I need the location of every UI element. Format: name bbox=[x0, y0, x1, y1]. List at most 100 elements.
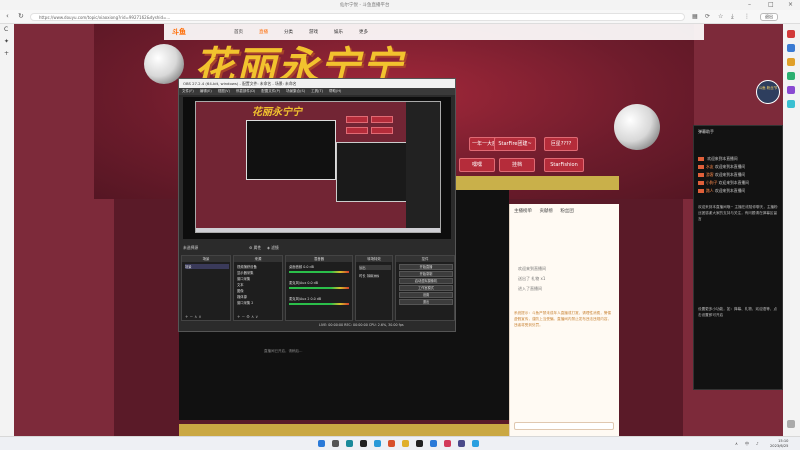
start-recording-button[interactable]: 开始录制 bbox=[399, 271, 453, 277]
browser-sidebar: C ✦ + bbox=[0, 24, 14, 436]
rail-app-icon[interactable] bbox=[787, 30, 795, 38]
mixer-channel-label: 麦克风/Aux 2 0.0 dB bbox=[289, 297, 322, 301]
nav-item-more[interactable]: 更多 bbox=[359, 29, 368, 35]
sidebar-add-icon[interactable]: + bbox=[4, 50, 9, 57]
banner-chip[interactable]: 挂档 bbox=[499, 158, 535, 172]
obs-preview[interactable]: 花丽永宁宁 bbox=[183, 97, 451, 239]
chat-input[interactable] bbox=[514, 422, 614, 430]
rail-app-icon[interactable] bbox=[787, 86, 795, 94]
avatar-label: 斗鱼 粉丝节 bbox=[758, 86, 778, 90]
obs-taskbar-icon[interactable] bbox=[416, 440, 423, 447]
source-item[interactable]: 显示器采集 bbox=[237, 270, 253, 275]
tab-title[interactable]: 仙尔宁悦 - 斗鱼直播平台 bbox=[340, 2, 389, 8]
banner-chip[interactable]: 巨星???? bbox=[544, 137, 578, 151]
extensions-icon[interactable]: ⋮ bbox=[744, 13, 750, 20]
grid-icon[interactable]: ▦ bbox=[692, 13, 698, 20]
streamer-avatar[interactable] bbox=[756, 80, 780, 104]
ime-indicator[interactable]: 中 bbox=[745, 441, 749, 447]
nav-item-live[interactable]: 直播 bbox=[259, 29, 268, 35]
start-streaming-button[interactable]: 开始直播 bbox=[399, 264, 453, 270]
taskbar-app-icon[interactable] bbox=[430, 440, 437, 447]
download-icon[interactable]: ⤓ bbox=[731, 13, 734, 21]
refresh-icon[interactable]: ↻ bbox=[18, 12, 24, 20]
badge-icon bbox=[698, 173, 704, 177]
sources-dock-toolbar[interactable]: + − ⚙ ∧ ∨ bbox=[237, 314, 258, 319]
source-item[interactable]: 窗口采集 2 bbox=[237, 300, 253, 305]
taskbar-app-icon[interactable] bbox=[374, 440, 381, 447]
danmu-line: 水友 欢迎来到本直播间 bbox=[698, 164, 745, 170]
tray-chevron-icon[interactable]: ∧ bbox=[735, 441, 738, 446]
preview-taskbar bbox=[196, 228, 440, 232]
banner-chip[interactable]: StarFire团建~ bbox=[494, 137, 536, 151]
tab-ranking[interactable]: 主播榜单 bbox=[514, 209, 532, 214]
search-icon[interactable] bbox=[332, 440, 339, 447]
volume-icon[interactable]: ♪ bbox=[756, 441, 759, 446]
rail-app-icon[interactable] bbox=[787, 44, 795, 52]
rail-app-icon[interactable] bbox=[787, 58, 795, 66]
danmu-line: 欢迎来到本直播间 bbox=[698, 156, 738, 162]
close-icon[interactable]: × bbox=[788, 1, 793, 8]
properties-button[interactable]: ⚙ 属性 bbox=[249, 245, 261, 251]
scenes-dock-toolbar[interactable]: + − ∧ ∨ bbox=[185, 314, 201, 319]
obs-menu-help[interactable]: 帮助(H) bbox=[329, 89, 341, 93]
obs-menu-scene-collection[interactable]: 场景集合(S) bbox=[286, 89, 305, 93]
tab-fans[interactable]: 粉丝团 bbox=[560, 209, 574, 214]
taskbar-app-icon[interactable] bbox=[402, 440, 409, 447]
mixer-channel-label: 桌面音频 0.0 dB bbox=[289, 265, 314, 269]
nav-item-games[interactable]: 游戏 bbox=[309, 29, 318, 35]
obs-menu-edit[interactable]: 编辑(E) bbox=[200, 89, 212, 93]
reload-icon[interactable]: ⟳ bbox=[705, 13, 710, 20]
source-item[interactable]: 图像 bbox=[237, 288, 244, 293]
taskbar-app-icon[interactable] bbox=[346, 440, 353, 447]
rail-app-icon[interactable] bbox=[787, 72, 795, 80]
rail-app-icon[interactable] bbox=[787, 100, 795, 108]
settings-button[interactable]: 设置 bbox=[399, 292, 453, 298]
taskbar-app-icon[interactable] bbox=[458, 440, 465, 447]
source-item[interactable]: 媒体源 bbox=[237, 294, 247, 299]
douyu-logo[interactable]: 斗鱼 bbox=[172, 27, 186, 37]
maximize-icon[interactable]: □ bbox=[768, 1, 774, 8]
transition-select[interactable]: 淡出 bbox=[359, 265, 391, 270]
sidebar-c-icon[interactable]: C bbox=[4, 26, 8, 33]
room-tabs: 主播榜单 贡献榜 粉丝团 bbox=[514, 208, 574, 214]
nav-item-home[interactable]: 首页 bbox=[234, 29, 243, 35]
banner-chip[interactable]: 嘿嘿 bbox=[459, 158, 495, 172]
nav-item-category[interactable]: 分类 bbox=[284, 29, 293, 35]
system-clock[interactable]: 15:10 2023/6/25 bbox=[770, 439, 788, 449]
sidebar-star-icon[interactable]: ✦ bbox=[4, 38, 9, 45]
filters-button[interactable]: ◈ 滤镜 bbox=[267, 245, 279, 251]
gift-bar[interactable] bbox=[179, 424, 509, 436]
studio-mode-button[interactable]: 工作室模式 bbox=[399, 285, 453, 291]
bookmark-icon[interactable]: ☆ bbox=[718, 13, 723, 20]
exit-button[interactable]: 退出 bbox=[760, 13, 778, 21]
virtual-camera-button[interactable]: 启动虚拟摄像机 bbox=[399, 278, 453, 284]
obs-menu-profile[interactable]: 配置文件(P) bbox=[261, 89, 280, 93]
tab-contribution[interactable]: 贡献榜 bbox=[539, 209, 553, 214]
obs-statusbar: LIVE: 00:00:00 REC: 00:00:00 CPU: 2.6%, … bbox=[319, 323, 404, 327]
start-icon[interactable] bbox=[318, 440, 325, 447]
exit-obs-button[interactable]: 退出 bbox=[399, 299, 453, 305]
back-icon[interactable]: ‹ bbox=[6, 12, 9, 20]
source-item[interactable]: 窗口采集 bbox=[237, 276, 250, 281]
scenes-dock-title: 场景 bbox=[182, 256, 230, 262]
taskbar-app-icon[interactable] bbox=[472, 440, 479, 447]
taskbar-app-icon[interactable] bbox=[388, 440, 395, 447]
obs-menu-docks[interactable]: 停靠部件(D) bbox=[236, 89, 255, 93]
minimize-icon[interactable]: – bbox=[748, 1, 751, 8]
rail-settings-icon[interactable] bbox=[787, 420, 795, 428]
transition-duration: 时长 300 ms bbox=[359, 274, 379, 278]
banner-chip[interactable]: StarFishion bbox=[544, 158, 584, 172]
scene-item[interactable]: 场景 bbox=[185, 264, 229, 269]
obs-menu-tools[interactable]: 工具(T) bbox=[311, 89, 323, 93]
obs-titlebar[interactable]: OBS 27.2.4 (64-bit, windows) - 配置文件: 未命名… bbox=[179, 79, 455, 88]
source-item[interactable]: 视频捕获设备 bbox=[237, 264, 257, 269]
obs-menu-view[interactable]: 视图(V) bbox=[218, 89, 230, 93]
source-item[interactable]: 文本 bbox=[237, 282, 244, 287]
obs-menu-file[interactable]: 文件(F) bbox=[182, 89, 194, 93]
taskbar-app-icon[interactable] bbox=[444, 440, 451, 447]
taskbar-app-icon[interactable] bbox=[360, 440, 367, 447]
url-input[interactable]: https://www.douyu.com/topic/xiaoxiong?ri… bbox=[30, 13, 685, 21]
preview-chip bbox=[346, 127, 368, 134]
duration-input[interactable]: 300 ms bbox=[366, 274, 379, 278]
nav-item-entertainment[interactable]: 娱乐 bbox=[334, 29, 343, 35]
